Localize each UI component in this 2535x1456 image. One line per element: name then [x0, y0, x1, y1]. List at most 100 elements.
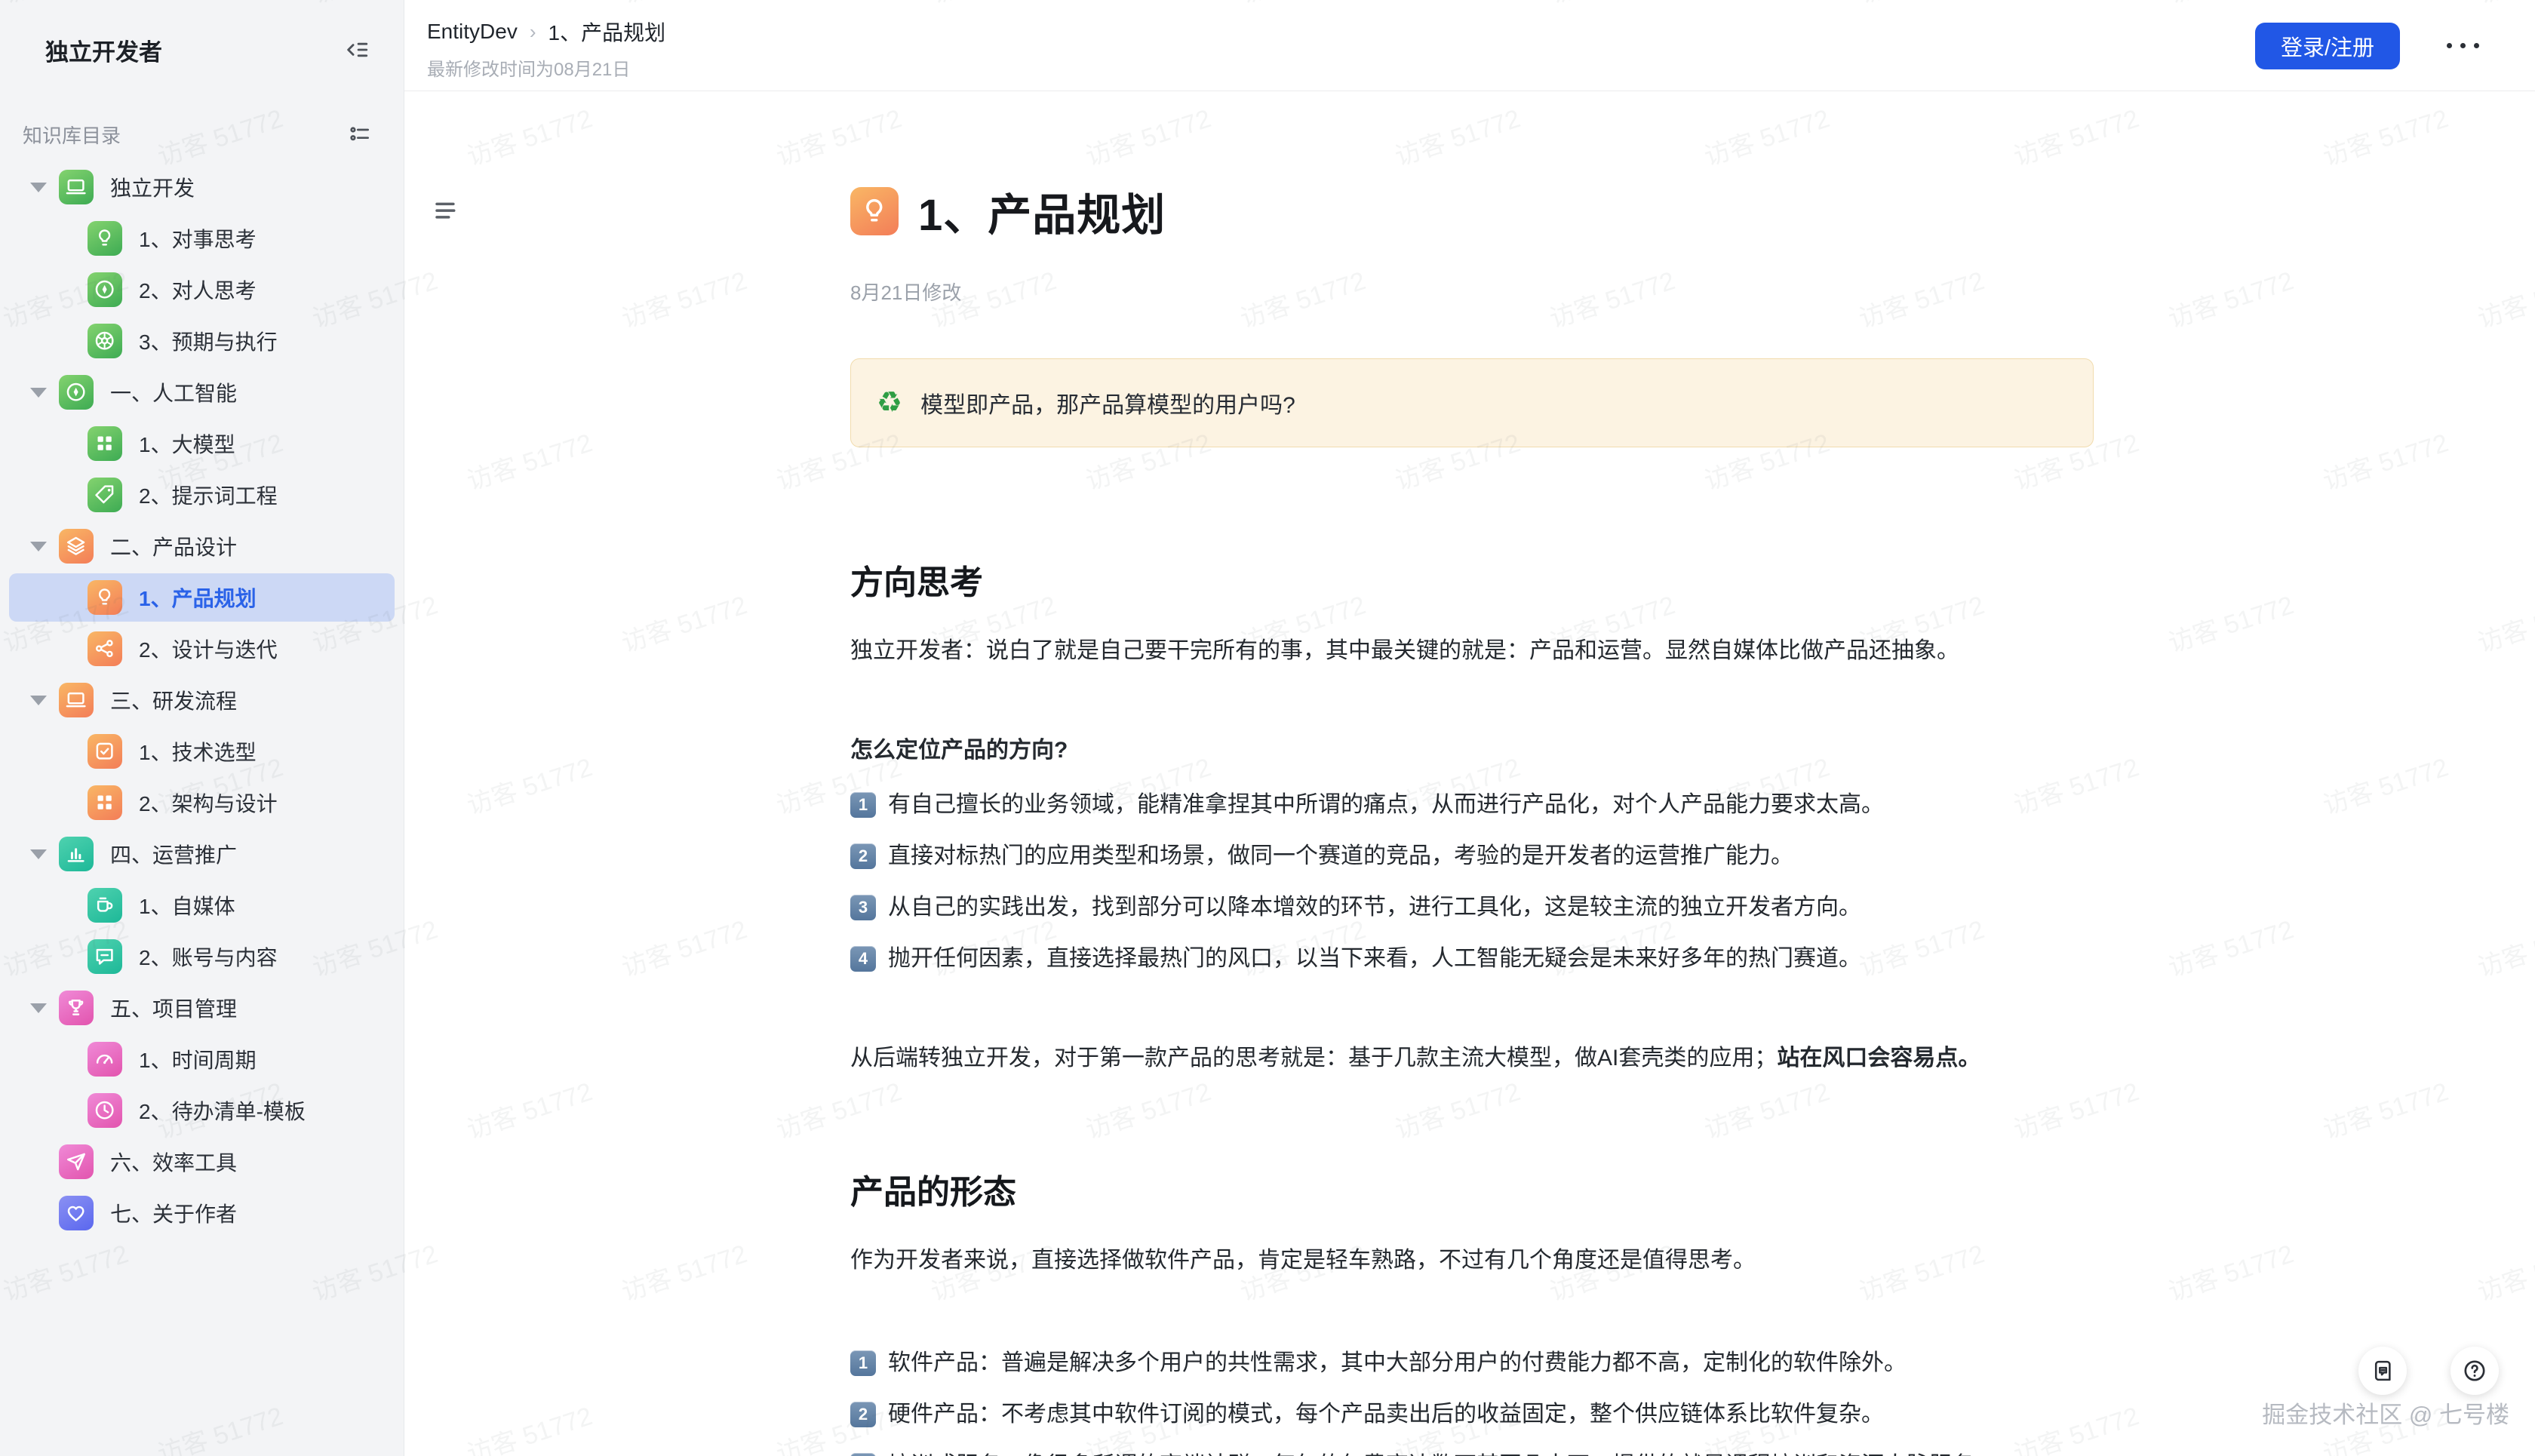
- sidebar-item[interactable]: 1、大模型: [9, 419, 395, 468]
- sidebar-item-label: 3、预期与执行: [139, 326, 278, 356]
- caret-down-icon[interactable]: [30, 183, 47, 192]
- grid-icon: [88, 785, 122, 820]
- caret-down-icon[interactable]: [30, 1003, 47, 1013]
- compass-icon: [59, 375, 94, 410]
- comment-button[interactable]: [2358, 1347, 2407, 1395]
- sidebar-item[interactable]: 3、预期与执行: [9, 317, 395, 365]
- sidebar-item-label: 1、自媒体: [139, 890, 235, 920]
- bulb-icon: [850, 187, 899, 235]
- sidebar-item[interactable]: 七、关于作者: [9, 1189, 395, 1237]
- sidebar-item-label: 五、项目管理: [110, 993, 237, 1023]
- number-badge: 1: [850, 792, 876, 818]
- collapse-sidebar-icon[interactable]: [340, 33, 373, 66]
- sidebar-item-label: 2、设计与迭代: [139, 634, 278, 664]
- layers-icon: [59, 529, 94, 564]
- aperture-icon: [88, 324, 122, 358]
- workspace-title: 独立开发者: [45, 33, 162, 67]
- sidebar-item-label: 1、产品规划: [139, 582, 257, 613]
- sidebar-item-label: 1、大模型: [139, 429, 235, 459]
- sidebar-item-label: 四、运营推广: [110, 839, 237, 869]
- paragraph: 独立开发者：说白了就是自己要干完所有的事，其中最关键的就是：产品和运营。显然自媒…: [850, 633, 2094, 669]
- top-bar: EntityDev › 1、产品规划 最新修改时间为08月21日 登录/注册: [404, 0, 2535, 91]
- number-badge: 3: [850, 895, 876, 920]
- breadcrumb: EntityDev › 1、产品规划 最新修改时间为08月21日: [427, 17, 665, 81]
- sidebar-item[interactable]: 六、效率工具: [9, 1138, 395, 1186]
- sidebar-item-label: 二、产品设计: [110, 531, 237, 561]
- sidebar-item-label: 2、对人思考: [139, 275, 257, 305]
- section-heading: 产品的形态: [850, 1170, 2094, 1215]
- sidebar-item[interactable]: 二、产品设计: [9, 522, 395, 570]
- sidebar-item[interactable]: 2、设计与迭代: [9, 625, 395, 673]
- sidebar-item[interactable]: 五、项目管理: [9, 984, 395, 1032]
- help-button[interactable]: [2450, 1347, 2499, 1395]
- sidebar-item-label: 2、架构与设计: [139, 788, 278, 818]
- laptop-icon: [59, 170, 94, 204]
- outline-toggle-icon[interactable]: [432, 195, 463, 227]
- list-item: 1 有自己擅长的业务领域，能精准拿捏其中所谓的痛点，从而进行产品化，对个人产品能力…: [850, 787, 2094, 823]
- sidebar-item[interactable]: 2、账号与内容: [9, 932, 395, 981]
- trophy-icon: [59, 991, 94, 1025]
- sidebar-item[interactable]: 1、时间周期: [9, 1035, 395, 1083]
- gauge-icon: [88, 1042, 122, 1077]
- chat-icon: [88, 939, 122, 974]
- list-item: 1 软件产品：普遍是解决多个用户的共性需求，其中大部分用户的付费能力都不高，定制化…: [850, 1345, 2094, 1381]
- list-item-text: 软件产品：普遍是解决多个用户的共性需求，其中大部分用户的付费能力都不高，定制化的…: [888, 1345, 1907, 1381]
- sidebar-item[interactable]: 独立开发: [9, 163, 395, 211]
- bar-chart-icon: [59, 837, 94, 871]
- sidebar-item[interactable]: 2、提示词工程: [9, 471, 395, 519]
- site-watermark: 掘金技术社区 @ 七号楼: [2262, 1396, 2509, 1430]
- sidebar-item[interactable]: 2、待办清单-模板: [9, 1086, 395, 1135]
- list-item-text: 硬件产品：不考虑其中软件订阅的模式，每个产品卖出后的收益固定，整个供应链体系比软…: [888, 1396, 1884, 1433]
- sidebar-item[interactable]: 四、运营推广: [9, 830, 395, 878]
- sidebar-item[interactable]: 1、技术选型: [9, 727, 395, 776]
- sidebar-item[interactable]: 2、架构与设计: [9, 779, 395, 827]
- number-badge: 2: [850, 1402, 876, 1427]
- bulb-icon: [88, 221, 122, 256]
- list-item-text: 直接对标热门的应用类型和场景，做同一个赛道的竞品，考验的是开发者的运营推广能力。: [888, 838, 1793, 874]
- sidebar-item[interactable]: 2、对人思考: [9, 266, 395, 314]
- tag-icon: [88, 478, 122, 512]
- app-window: 访客 51772访客 51772访客 51772访客 51772访客 51772…: [0, 0, 2535, 1456]
- sidebar-item-label: 1、对事思考: [139, 223, 257, 253]
- caret-down-icon[interactable]: [30, 388, 47, 398]
- list-item-text: 有自己擅长的业务领域，能精准拿捏其中所谓的痛点，从而进行产品化，对个人产品能力要…: [888, 787, 1884, 823]
- bulb-icon: [88, 580, 122, 615]
- breadcrumb-root[interactable]: EntityDev: [427, 20, 518, 44]
- sidebar-item[interactable]: 1、产品规划: [9, 573, 395, 622]
- caret-down-icon[interactable]: [30, 849, 47, 859]
- login-register-button[interactable]: 登录/注册: [2255, 23, 2400, 69]
- sidebar-item-label: 一、人工智能: [110, 377, 237, 407]
- number-badge: 2: [850, 843, 876, 869]
- caret-down-icon[interactable]: [30, 696, 47, 705]
- clock-icon: [88, 1093, 122, 1128]
- sidebar-item[interactable]: 1、对事思考: [9, 214, 395, 263]
- number-badge: 3: [850, 1453, 876, 1456]
- sidebar-item[interactable]: 一、人工智能: [9, 368, 395, 416]
- sidebar-item-label: 1、技术选型: [139, 736, 257, 766]
- sidebar-item-label: 七、关于作者: [110, 1198, 237, 1228]
- paragraph: 从后端转独立开发，对于第一款产品的思考就是：基于几款主流大模型，做AI套壳类的应…: [850, 1040, 2094, 1077]
- number-badge: 1: [850, 1350, 876, 1376]
- list-item: 4抛开任何因素，直接选择最热门的风口，以当下来看，人工智能无疑会是未来好多年的热…: [850, 941, 2094, 977]
- section-heading: 方向思考: [850, 561, 2094, 606]
- sidebar-item-label: 三、研发流程: [110, 685, 237, 715]
- caret-down-icon[interactable]: [30, 542, 47, 551]
- directory-sort-icon[interactable]: [343, 118, 376, 151]
- sidebar-item-label: 独立开发: [110, 172, 195, 202]
- heart-icon: [59, 1196, 94, 1230]
- document: 1、产品规划 8月21日修改 ♻ 模型即产品，那产品算模型的用户吗? 方向思考独…: [850, 164, 2094, 1456]
- document-area: 1、产品规划 8月21日修改 ♻ 模型即产品，那产品算模型的用户吗? 方向思考独…: [404, 91, 2535, 1456]
- sidebar-item-label: 1、时间周期: [139, 1044, 257, 1074]
- more-menu-icon[interactable]: [2439, 35, 2487, 56]
- numbered-list: 1 软件产品：普遍是解决多个用户的共性需求，其中大部分用户的付费能力都不高，定制化…: [850, 1345, 2094, 1456]
- list-item: 2 硬件产品：不考虑其中软件订阅的模式，每个产品卖出后的收益固定，整个供应链体系比…: [850, 1396, 2094, 1433]
- sidebar: 独立开发者 知识库目录 独立开发1、对事思考2、对人思考3、预期与执行一、人工智…: [0, 0, 404, 1456]
- sidebar-item[interactable]: 1、自媒体: [9, 881, 395, 929]
- sidebar-item[interactable]: 三、研发流程: [9, 676, 395, 724]
- recycle-emoji: ♻: [877, 389, 902, 417]
- paragraph-bold: 怎么定位产品的方向?: [850, 733, 2094, 769]
- document-body: 方向思考独立开发者：说白了就是自己要干完所有的事，其中最关键的就是：产品和运营。…: [850, 561, 2094, 1456]
- list-item-text: 从自己的实践出发，找到部分可以降本增效的环节，进行工具化，这是较主流的独立开发者…: [888, 889, 1861, 926]
- list-item: 2 直接对标热门的应用类型和场景，做同一个赛道的竞品，考验的是开发者的运营推广能力…: [850, 838, 2094, 874]
- last-modified-note: 最新修改时间为08月21日: [427, 54, 665, 81]
